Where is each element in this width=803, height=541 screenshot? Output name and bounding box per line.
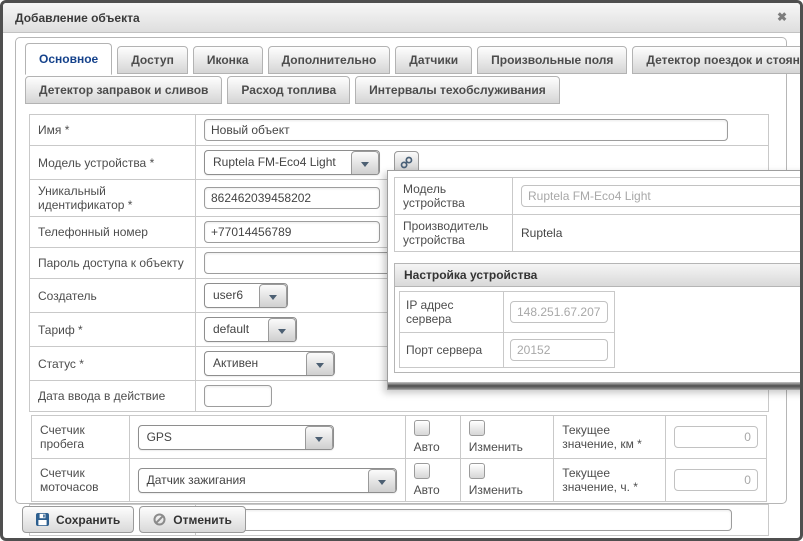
- engine-hours-auto-checkbox[interactable]: [414, 463, 430, 479]
- popup-row-server-ip: IP адрес сервера: [400, 292, 615, 333]
- popup-manufacturer-value: Ruptela: [513, 215, 803, 252]
- device-model-label: Модель устройства *: [30, 146, 196, 180]
- cancel-button[interactable]: Отменить: [139, 506, 246, 533]
- popup-row-manufacturer: Производитель устройства Ruptela: [395, 215, 803, 252]
- status-select[interactable]: Активен: [204, 351, 335, 376]
- chevron-down-icon[interactable]: [368, 469, 396, 493]
- popup-model-input: [521, 185, 803, 207]
- name-input[interactable]: [204, 119, 728, 141]
- server-port-label: Порт сервера: [400, 333, 504, 368]
- tab-fuel-consumption[interactable]: Расход топлива: [227, 76, 350, 104]
- popup-manufacturer-label: Производитель устройства: [395, 215, 513, 252]
- device-info-popup: Модель устройства Производитель устройст…: [387, 170, 803, 390]
- mileage-auto-checkbox[interactable]: [414, 420, 430, 436]
- mileage-counter-select[interactable]: GPS: [138, 425, 334, 450]
- counters-table: Счетчик пробега GPS Авто: [31, 415, 767, 502]
- engine-hours-auto-label: Авто: [414, 483, 440, 497]
- name-label: Имя *: [30, 115, 196, 146]
- password-label: Пароль доступа к объекту: [30, 248, 196, 279]
- row-mileage-counter: Счетчик пробега GPS Авто: [32, 416, 767, 459]
- mileage-counter-label: Счетчик пробега: [32, 416, 130, 459]
- popup-row-model: Модель устройства: [395, 178, 803, 215]
- server-ip-input: [510, 301, 608, 323]
- tab-fuel-detector[interactable]: Детектор заправок и сливов: [25, 76, 222, 104]
- creator-label: Создатель: [30, 279, 196, 313]
- phone-input[interactable]: [204, 221, 380, 243]
- tab-main[interactable]: Основное: [25, 43, 112, 75]
- link-icon: [400, 156, 413, 169]
- tariff-label: Тариф *: [30, 313, 196, 347]
- engine-hours-current-input: [674, 469, 758, 491]
- chevron-down-icon[interactable]: [305, 426, 333, 450]
- tariff-select[interactable]: default: [204, 317, 297, 342]
- unique-id-label: Уникальный идентификатор *: [30, 180, 196, 217]
- device-settings-table: IP адрес сервера Порт сервера: [399, 291, 615, 368]
- add-object-dialog: Добавление объекта ✖ Основное Доступ Ико…: [0, 0, 803, 541]
- creator-select[interactable]: user6: [204, 283, 288, 308]
- chevron-down-icon[interactable]: [306, 352, 334, 376]
- chevron-down-icon[interactable]: [268, 318, 296, 342]
- popup-row-server-port: Порт сервера: [400, 333, 615, 368]
- tab-advanced[interactable]: Дополнительно: [268, 46, 391, 74]
- engine-hours-current-label: Текущее значение, ч. *: [554, 459, 666, 502]
- tab-service-intervals[interactable]: Интервалы техобслуживания: [355, 76, 560, 104]
- dialog-titlebar: Добавление объекта ✖: [3, 3, 800, 33]
- server-ip-label: IP адрес сервера: [400, 292, 504, 333]
- mileage-edit-label: Изменить: [469, 440, 523, 454]
- row-name: Имя *: [30, 115, 769, 146]
- engine-hours-label: Счетчик моточасов: [32, 459, 130, 502]
- dialog-title: Добавление объекта: [15, 3, 140, 33]
- device-info-table: Модель устройства Производитель устройст…: [394, 177, 803, 252]
- tab-access[interactable]: Доступ: [117, 46, 188, 74]
- popup-model-label: Модель устройства: [395, 178, 513, 215]
- tabs-row-2: Детектор заправок и сливов Расход топлив…: [25, 76, 560, 104]
- tab-trip-detector[interactable]: Детектор поездок и стоянок: [632, 46, 803, 74]
- commissioning-date-input[interactable]: [204, 385, 272, 407]
- server-port-input: [510, 339, 608, 361]
- tab-icon[interactable]: Иконка: [193, 46, 263, 74]
- tab-sensors[interactable]: Датчики: [395, 46, 472, 74]
- chevron-down-icon[interactable]: [259, 284, 287, 308]
- engine-hours-select[interactable]: Датчик зажигания: [138, 468, 397, 493]
- dialog-footer: Сохранить Отменить: [22, 506, 246, 533]
- chevron-down-icon[interactable]: [351, 151, 379, 175]
- note-input[interactable]: [204, 509, 732, 531]
- engine-hours-edit-checkbox[interactable]: [469, 463, 485, 479]
- device-settings-fieldset: Настройка устройства IP адрес сервера По…: [394, 263, 803, 373]
- tab-custom-fields[interactable]: Произвольные поля: [477, 46, 627, 74]
- close-icon[interactable]: ✖: [777, 10, 787, 24]
- popup-bottom-bar: [388, 382, 803, 389]
- tabs-row-1: Основное Доступ Иконка Дополнительно Дат…: [25, 43, 803, 74]
- commissioning-date-label: Дата ввода в действие: [30, 381, 196, 412]
- device-settings-title: Настройка устройства: [395, 264, 803, 287]
- unique-id-input[interactable]: [204, 187, 380, 209]
- save-icon: [36, 513, 49, 526]
- mileage-auto-label: Авто: [414, 440, 440, 454]
- mileage-edit-checkbox[interactable]: [469, 420, 485, 436]
- save-button[interactable]: Сохранить: [22, 506, 134, 533]
- mileage-current-input: [674, 426, 758, 448]
- cancel-icon: [153, 513, 166, 526]
- status-label: Статус *: [30, 347, 196, 381]
- row-engine-hours-counter: Счетчик моточасов Датчик зажигания Авто: [32, 459, 767, 502]
- mileage-current-label: Текущее значение, км *: [554, 416, 666, 459]
- engine-hours-edit-label: Изменить: [469, 483, 523, 497]
- device-model-select[interactable]: Ruptela FM-Eco4 Light: [204, 150, 380, 175]
- phone-label: Телефонный номер: [30, 217, 196, 248]
